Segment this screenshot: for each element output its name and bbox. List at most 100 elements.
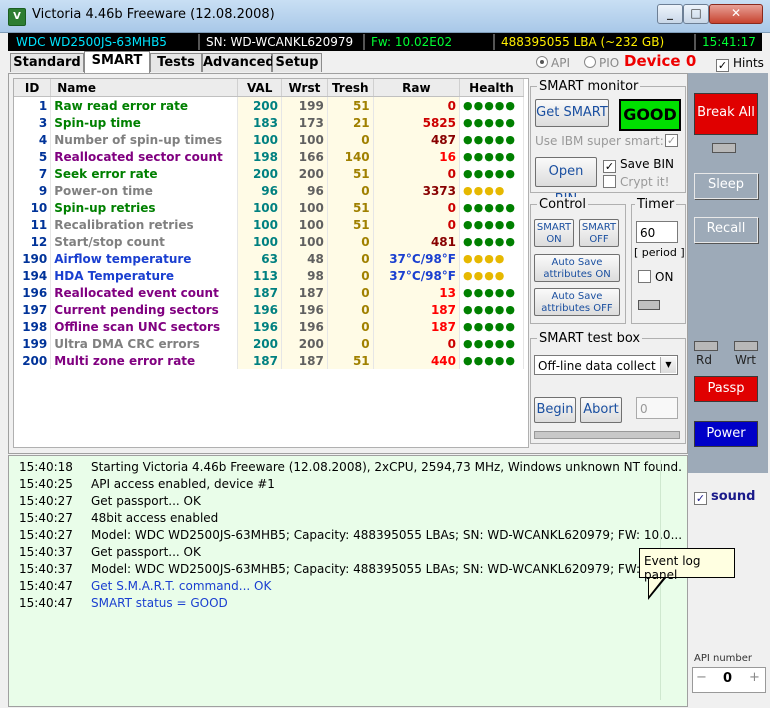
attr-id-cell: 11: [14, 216, 52, 233]
tab-setup[interactable]: Setup: [272, 53, 322, 72]
hints-label: Hints: [733, 56, 764, 70]
smart-off-button[interactable]: SMART OFF: [579, 219, 619, 247]
column-header[interactable]: Name: [50, 79, 239, 97]
test-type-select[interactable]: Off-line data collect ▼: [534, 355, 678, 375]
attr-raw-cell: 37°C/98°F: [373, 267, 461, 284]
table-row[interactable]: 3 Spin-up time 183 173 21 5825 ●●●●●: [14, 114, 524, 131]
tab-standard[interactable]: Standard: [10, 53, 84, 72]
column-header[interactable]: VAL: [237, 79, 282, 97]
sound-checkbox[interactable]: ✓ sound: [694, 489, 755, 505]
table-row[interactable]: 196 Reallocated event count 187 187 0 13 ●●●●●: [14, 284, 524, 301]
table-row[interactable]: 7 Seek error rate 200 200 51 0 ●●●●●: [14, 165, 524, 182]
chevron-down-icon[interactable]: ▼: [660, 357, 676, 373]
attr-id-cell: 7: [14, 165, 52, 182]
table-row[interactable]: 5 Reallocated sector count 198 166 140 16 ●●●●…: [14, 148, 524, 165]
column-header[interactable]: Tresh: [327, 79, 374, 97]
begin-button[interactable]: Begin: [534, 397, 576, 423]
crypt-checkbox[interactable]: Crypt it!: [603, 175, 669, 189]
attr-threshold-cell: 0: [327, 318, 374, 335]
attr-id-cell: 3: [14, 114, 52, 131]
autosave-off-button[interactable]: Auto Save attributes OFF: [534, 288, 620, 316]
attr-health-cell: ●●●●●: [459, 216, 524, 233]
api-number-spinner[interactable]: − 0 +: [692, 667, 766, 693]
attr-health-cell: ●●●●●: [459, 318, 524, 335]
attr-val-cell: 100: [237, 199, 282, 216]
attr-worst-cell: 98: [281, 267, 328, 284]
minus-icon[interactable]: −: [696, 670, 707, 685]
attr-val-cell: 100: [237, 131, 282, 148]
column-header[interactable]: Health: [459, 79, 524, 97]
table-row[interactable]: 197 Current pending sectors 196 196 0 187 ●●●●…: [14, 301, 524, 318]
timer-on-checkbox[interactable]: ON: [638, 270, 673, 284]
column-header[interactable]: Wrst: [281, 79, 328, 97]
smart-on-button[interactable]: SMART ON: [534, 219, 574, 247]
table-row[interactable]: 11 Recalibration retries 100 100 51 0 ●●●●●: [14, 216, 524, 233]
smart-status-badge: GOOD: [619, 99, 681, 131]
attr-threshold-cell: 51: [327, 352, 374, 369]
attr-threshold-cell: 0: [327, 233, 374, 250]
attr-val-cell: 187: [237, 352, 282, 369]
abort-button[interactable]: Abort: [580, 397, 622, 423]
table-row[interactable]: 1 Raw read error rate 200 199 51 0 ●●●●●: [14, 96, 524, 114]
attr-health-cell: ●●●●●: [459, 284, 524, 301]
log-time: 15:40:25: [19, 477, 73, 491]
pio-radio[interactable]: PIO: [584, 56, 619, 70]
tab-tests[interactable]: Tests: [150, 53, 202, 72]
attr-worst-cell: 196: [281, 318, 328, 335]
use-ibm-checkbox[interactable]: ✓: [665, 134, 678, 147]
close-button[interactable]: ✕: [709, 4, 763, 24]
attr-raw-cell: 5825: [373, 114, 461, 131]
autosave-on-button[interactable]: Auto Save attributes ON: [534, 254, 620, 282]
plus-icon[interactable]: +: [749, 670, 760, 685]
api-radio[interactable]: API: [536, 56, 570, 70]
recall-button[interactable]: Recall: [694, 217, 758, 243]
timer-period-label: [ period ]: [634, 246, 685, 259]
table-row[interactable]: 9 Power-on time 96 96 0 3373 ●●●●: [14, 182, 524, 199]
log-entry: 15:40:37 Get passport... OK: [19, 545, 201, 562]
timer-legend: Timer: [635, 197, 677, 212]
column-header[interactable]: Raw: [373, 79, 461, 97]
tab-smart[interactable]: SMART: [84, 51, 150, 73]
table-row[interactable]: 4 Number of spin-up times 100 100 0 487 ●●●●●: [14, 131, 524, 148]
table-row[interactable]: 12 Start/stop count 100 100 0 481 ●●●●●: [14, 233, 524, 250]
attr-worst-cell: 187: [281, 284, 328, 301]
log-entry: 15:40:27 Model: WDC WD2500JS-63MHB5; Capa…: [19, 528, 682, 545]
tab-advanced[interactable]: Advanced: [202, 53, 275, 72]
table-row[interactable]: 200 Multi zone error rate 187 187 51 440 ●●●●●: [14, 352, 524, 369]
save-bin-checkbox[interactable]: ✓ Save BIN: [603, 157, 674, 173]
attr-threshold-cell: 0: [327, 250, 374, 267]
read-indicator: [694, 341, 718, 351]
minimize-button[interactable]: _: [657, 4, 683, 24]
attr-val-cell: 113: [237, 267, 282, 284]
attr-id-cell: 12: [14, 233, 52, 250]
log-time: 15:40:47: [19, 596, 73, 610]
smart-test-box-panel: SMART test box Off-line data collect ▼ B…: [530, 331, 686, 444]
table-row[interactable]: 190 Airflow temperature 63 48 0 37°C/98°F ●●●●: [14, 250, 524, 267]
passp-button[interactable]: Passp: [694, 376, 758, 402]
event-log-panel[interactable]: 15:40:18 Starting Victoria 4.46b Freeware…: [8, 455, 688, 707]
table-row[interactable]: 198 Offline scan UNC sectors 196 196 0 187 ●●●…: [14, 318, 524, 335]
break-all-button[interactable]: Break All: [694, 93, 758, 135]
control-panel: Control SMART ON SMART OFF Auto Save att…: [530, 197, 626, 324]
smart-attributes-table: ID Name VAL Wrst Tresh Raw Health 1 Raw r…: [13, 78, 529, 448]
sleep-button[interactable]: Sleep: [694, 173, 758, 199]
column-header[interactable]: ID: [14, 79, 52, 97]
attr-health-cell: ●●●●: [459, 182, 524, 199]
power-button[interactable]: Power: [694, 421, 758, 447]
log-time: 15:40:47: [19, 579, 73, 593]
maximize-button[interactable]: □: [683, 4, 709, 24]
attr-health-cell: ●●●●●: [459, 114, 524, 131]
attr-worst-cell: 199: [281, 96, 328, 114]
app-window: V Victoria 4.46b Freeware (12.08.2008) _…: [0, 0, 770, 708]
attr-threshold-cell: 0: [327, 284, 374, 301]
table-row[interactable]: 199 Ultra DMA CRC errors 200 200 0 0 ●●●●●: [14, 335, 524, 352]
test-counter-input[interactable]: 0: [636, 397, 678, 419]
get-smart-button[interactable]: Get SMART: [535, 99, 609, 127]
hints-checkbox[interactable]: ✓ Hints: [716, 56, 764, 72]
timer-period-input[interactable]: 60: [636, 221, 678, 243]
table-row[interactable]: 10 Spin-up retries 100 100 51 0 ●●●●●: [14, 199, 524, 216]
attr-worst-cell: 100: [281, 216, 328, 233]
table-row[interactable]: 194 HDA Temperature 113 98 0 37°C/98°F ●●●●: [14, 267, 524, 284]
open-bin-button[interactable]: Open BIN: [535, 157, 597, 207]
log-message: Starting Victoria 4.46b Freeware (12.08.…: [91, 460, 682, 474]
